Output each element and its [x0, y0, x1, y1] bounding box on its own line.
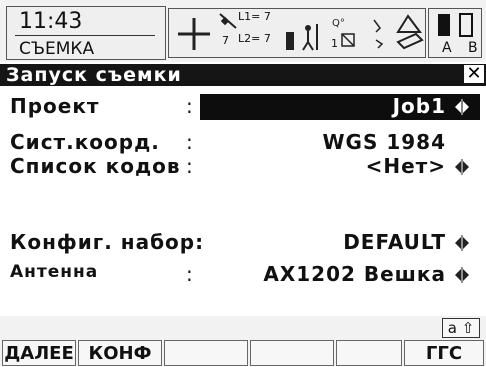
- time-divider: [15, 35, 155, 36]
- l1-sats: L1= 7: [238, 10, 271, 23]
- f3-button[interactable]: [164, 340, 248, 366]
- selector-arrows-icon[interactable]: [452, 157, 472, 177]
- f5-button[interactable]: [336, 340, 402, 366]
- clock-time: 11:43: [19, 9, 83, 34]
- antenna-value[interactable]: AX1202 Вешка: [263, 262, 446, 286]
- project-label: Проект: [10, 94, 100, 118]
- function-keys: ДАЛЕЕ КОНФ ГГС: [0, 340, 486, 366]
- selector-arrows-icon[interactable]: [452, 265, 472, 285]
- coord-system-label: Сист.коорд.: [10, 130, 160, 154]
- pen-icon: [396, 14, 424, 50]
- row-project[interactable]: Проект : Job1: [0, 94, 486, 122]
- row-config-set[interactable]: Конфиг. набор: DEFAULT: [0, 230, 486, 258]
- mode-label: СЪЕМКА: [19, 39, 95, 59]
- satellite-icon: [219, 13, 237, 29]
- svg-text:Q°: Q°: [332, 18, 345, 29]
- memory-text: 1: [331, 37, 338, 50]
- f2-config-button[interactable]: КОНФ: [78, 340, 162, 366]
- close-icon[interactable]: ✕: [464, 65, 484, 83]
- selector-arrows-icon[interactable]: [452, 97, 472, 117]
- coord-system-colon: :: [186, 130, 193, 154]
- row-code-list[interactable]: Список кодов : <Нет>: [0, 154, 486, 182]
- config-set-label: Конфиг. набор:: [10, 230, 205, 254]
- time-box: 11:43 СЪЕМКА: [6, 6, 166, 60]
- crosshair-icon: [178, 18, 210, 50]
- code-list-label: Список кодов: [10, 154, 181, 178]
- sat-count: 7: [222, 34, 229, 47]
- code-list-value[interactable]: <Нет>: [366, 154, 446, 178]
- f6-ggs-button[interactable]: ГГС: [404, 340, 484, 366]
- config-set-value[interactable]: DEFAULT: [343, 230, 446, 254]
- dialog-title: Запуск съемки: [6, 64, 182, 86]
- antenna-colon: :: [186, 262, 193, 286]
- keyboard-mode-indicator: a ⇧: [442, 318, 480, 338]
- selector-arrows-icon[interactable]: [452, 233, 472, 253]
- antenna-label: Антенна: [10, 262, 99, 282]
- f4-button[interactable]: [250, 340, 334, 366]
- battery-letters: A B: [442, 40, 484, 56]
- project-value[interactable]: Job1: [393, 94, 446, 118]
- coord-system-value: WGS 1984: [322, 130, 446, 154]
- l2-sats: L2= 7: [238, 32, 271, 45]
- code-list-colon: :: [186, 154, 193, 178]
- battery-icon: [438, 13, 473, 37]
- row-antenna[interactable]: Антенна : AX1202 Вешка: [0, 262, 486, 290]
- link-icon: [373, 19, 384, 49]
- antenna-icon: [286, 24, 318, 51]
- dialog-title-bar: Запуск съемки ✕: [0, 64, 486, 86]
- f1-continue-button[interactable]: ДАЛЕЕ: [2, 340, 76, 366]
- project-colon: :: [186, 94, 193, 118]
- status-bar: 11:43 СЪЕМКА L1= 7 L2= 7 7 Q° 1 A B: [0, 0, 486, 62]
